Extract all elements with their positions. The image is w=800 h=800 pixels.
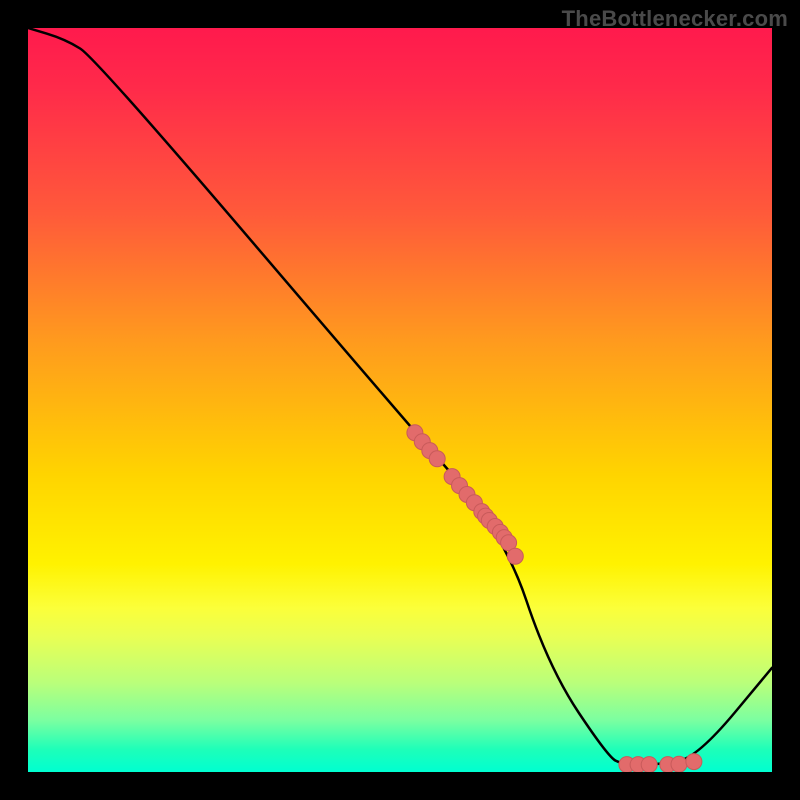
data-point [429, 451, 445, 467]
bottleneck-curve [28, 28, 772, 765]
data-point [641, 757, 657, 772]
data-point [507, 548, 523, 564]
chart-svg [28, 28, 772, 772]
chart-plot-area [28, 28, 772, 772]
scatter-points-group [407, 425, 702, 772]
attribution-text: TheBottlenecker.com [562, 6, 788, 32]
data-point [671, 756, 687, 772]
data-point [686, 754, 702, 770]
chart-stage: TheBottlenecker.com [0, 0, 800, 800]
